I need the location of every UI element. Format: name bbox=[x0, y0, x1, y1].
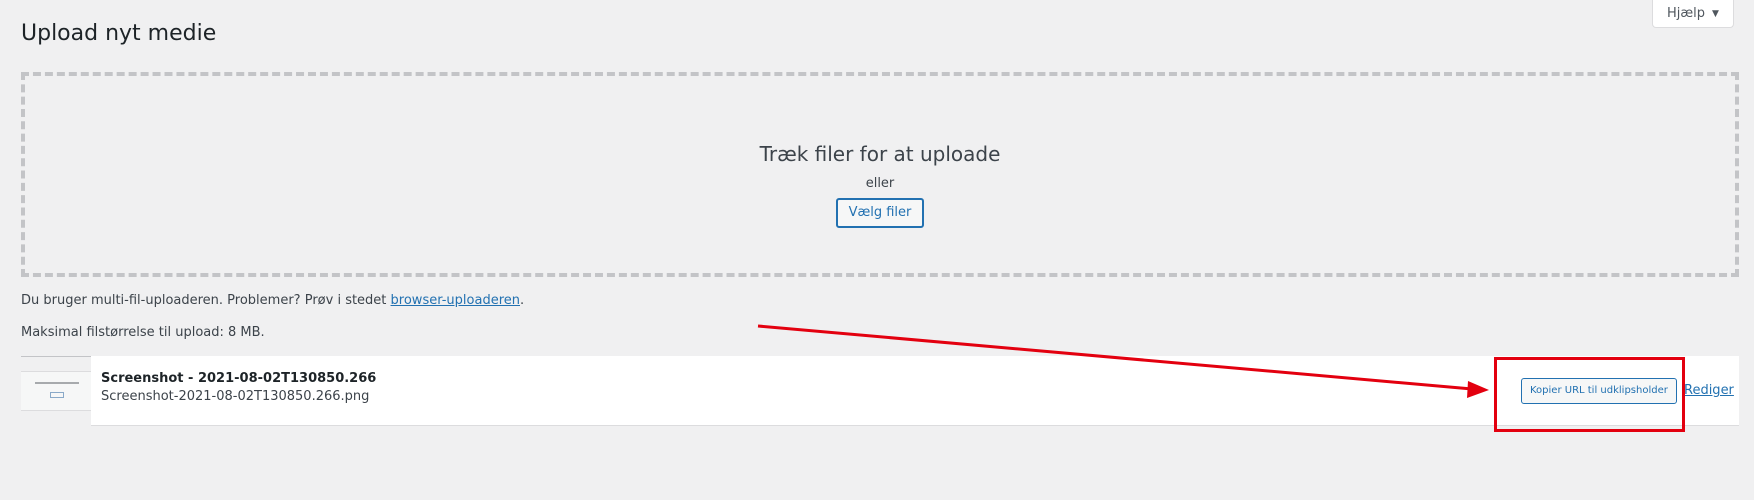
annotation-arrow bbox=[757, 324, 1489, 398]
